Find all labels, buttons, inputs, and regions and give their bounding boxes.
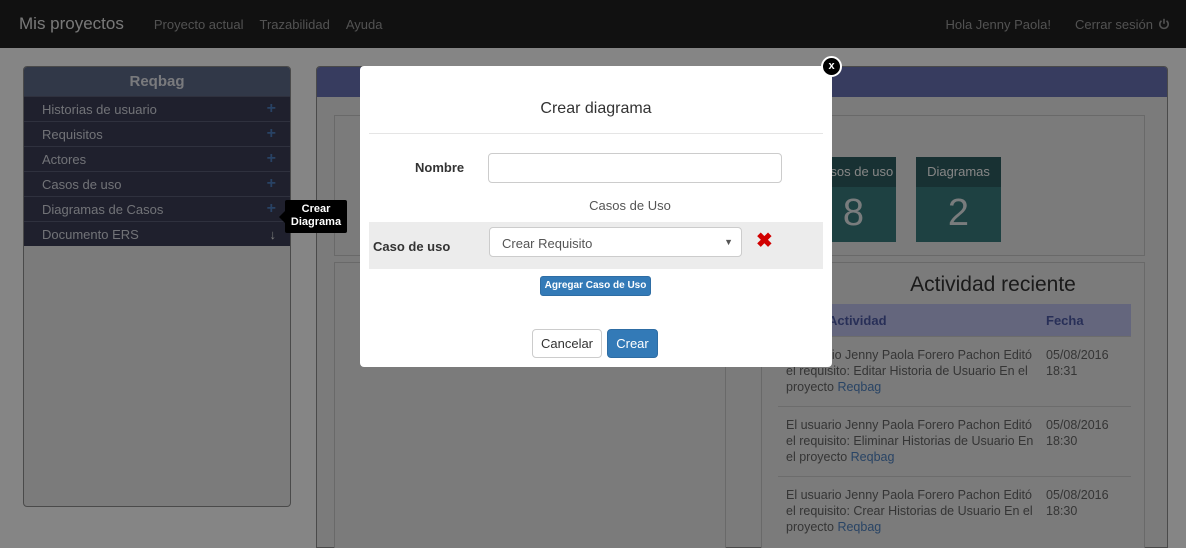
casos-de-uso-heading: Casos de Uso [589,198,671,213]
modal-divider [369,133,823,134]
cancel-button[interactable]: Cancelar [532,329,602,358]
create-button[interactable]: Crear [607,329,658,358]
caso-de-uso-label: Caso de uso [373,239,451,254]
remove-case-icon[interactable]: ✖ [756,228,773,253]
close-icon[interactable]: x [821,56,842,77]
tooltip-crear-diagrama: Crear Diagrama [279,200,347,233]
nombre-input[interactable] [488,153,782,183]
nombre-label: Nombre [415,160,465,175]
chevron-down-icon: ▼ [724,237,733,247]
modal-title: Crear diagrama [540,100,652,117]
select-value: Crear Requisito [502,236,593,251]
agregar-caso-button[interactable]: Agregar Caso de Uso [540,276,651,296]
caso-de-uso-select[interactable]: Crear Requisito ▼ [489,227,742,257]
crear-diagrama-modal: Crear diagrama Nombre Casos de Uso Caso … [360,66,832,367]
caso-de-uso-row: Caso de uso Crear Requisito ▼ ✖ [369,222,823,269]
